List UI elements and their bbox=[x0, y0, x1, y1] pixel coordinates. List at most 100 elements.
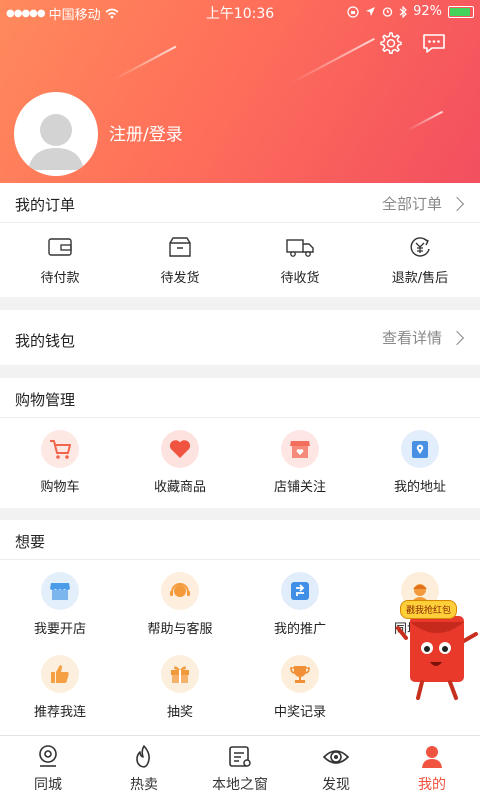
default-avatar-icon bbox=[28, 114, 84, 170]
cell-label: 我的地址 bbox=[393, 480, 446, 495]
wallet-details-link[interactable]: 查看详情 bbox=[381, 327, 465, 348]
share-icon bbox=[291, 582, 309, 600]
gear-icon bbox=[380, 32, 402, 55]
cell-label: 待付款 bbox=[40, 271, 80, 286]
address-item[interactable]: 我的地址 bbox=[360, 430, 480, 495]
user-icon bbox=[422, 746, 442, 768]
app-root: ●●●●● 中国移动 上午10:36 92% 注册/登录 我的订单 全部订单 待… bbox=[0, 0, 480, 800]
flame-icon bbox=[136, 745, 150, 768]
order-pending-receipt[interactable]: 待收货 bbox=[240, 235, 360, 286]
chevron-right-icon bbox=[449, 330, 465, 345]
icon-bubble bbox=[41, 572, 79, 610]
wants-header: 想要 bbox=[0, 520, 480, 560]
promotion-item[interactable]: 我的推广 bbox=[240, 572, 360, 637]
icon-bubble bbox=[281, 655, 319, 693]
tab-discover[interactable]: 发现 bbox=[288, 736, 384, 800]
prize-records-item[interactable]: 中奖记录 bbox=[240, 655, 360, 720]
icon-bubble bbox=[41, 655, 79, 693]
order-pending-shipment[interactable]: 待发货 bbox=[120, 235, 240, 286]
thumbs-up-icon bbox=[51, 665, 69, 683]
tab-tongcheng[interactable]: 同城 bbox=[0, 736, 96, 800]
section-title: 我的订单 bbox=[15, 196, 76, 214]
icon-bubble bbox=[161, 430, 199, 468]
heart-icon bbox=[169, 440, 191, 458]
headset-icon bbox=[170, 583, 190, 597]
lottery-item[interactable]: 抽奖 bbox=[120, 655, 240, 720]
section-title: 我的钱包 bbox=[15, 332, 76, 350]
cart-icon bbox=[50, 440, 71, 459]
lock-rotation-icon bbox=[347, 5, 359, 18]
icon-bubble bbox=[281, 430, 319, 468]
icon-bubble bbox=[161, 655, 199, 693]
refund-yen-icon bbox=[410, 237, 430, 257]
recommend-item[interactable]: 推荐我连 bbox=[0, 655, 120, 720]
red-packet-promo[interactable]: 戳我抢红包 bbox=[396, 598, 480, 702]
cell-label: 帮助与客服 bbox=[147, 622, 213, 637]
tab-label: 本地之窗 bbox=[212, 777, 268, 793]
battery-icon bbox=[448, 5, 474, 18]
section-title: 想要 bbox=[15, 533, 46, 551]
bottom-tab-bar: 同城 热卖 本地之窗 发现 我的 bbox=[0, 735, 480, 800]
store-heart-icon bbox=[290, 441, 310, 458]
local-window-icon bbox=[229, 746, 251, 767]
login-register-link[interactable]: 注册/登录 bbox=[109, 120, 183, 145]
more-label: 查看详情 bbox=[381, 329, 442, 347]
cell-label: 我的推广 bbox=[273, 622, 326, 637]
orders-header[interactable]: 我的订单 全部订单 bbox=[0, 183, 480, 223]
avatar[interactable] bbox=[14, 92, 98, 176]
messages-button[interactable] bbox=[421, 30, 447, 56]
tab-label: 我的 bbox=[418, 777, 446, 793]
wallet-section[interactable]: 我的钱包 查看详情 bbox=[0, 310, 480, 365]
trophy-icon bbox=[290, 666, 310, 683]
order-refund[interactable]: 退款/售后 bbox=[360, 235, 480, 286]
cell-label: 中奖记录 bbox=[273, 705, 326, 720]
tab-label: 发现 bbox=[322, 777, 350, 793]
decor-streak bbox=[113, 45, 177, 81]
orders-section: 我的订单 全部订单 待付款 待发货 待收货 退款/售后 bbox=[0, 183, 480, 297]
help-support-item[interactable]: 帮助与客服 bbox=[120, 572, 240, 637]
location-arrow-icon bbox=[366, 7, 376, 16]
cart-item[interactable]: 购物车 bbox=[0, 430, 120, 495]
wallet-icon bbox=[48, 238, 72, 256]
profile-header: ●●●●● 中国移动 上午10:36 92% 注册/登录 bbox=[0, 0, 480, 183]
decor-streak bbox=[406, 110, 444, 132]
icon-bubble bbox=[281, 572, 319, 610]
shop-icon bbox=[50, 583, 70, 600]
all-orders-link[interactable]: 全部订单 bbox=[381, 193, 465, 214]
cell-label: 购物车 bbox=[40, 480, 80, 495]
shopping-header: 购物管理 bbox=[0, 378, 480, 418]
eye-icon bbox=[322, 750, 350, 764]
location-pin-icon bbox=[39, 745, 57, 767]
cell-label: 待收货 bbox=[280, 271, 320, 286]
tab-hot-sale[interactable]: 热卖 bbox=[96, 736, 192, 800]
tab-label: 热卖 bbox=[130, 777, 158, 793]
open-shop-item[interactable]: 我要开店 bbox=[0, 572, 120, 637]
cell-label: 退款/售后 bbox=[391, 271, 449, 286]
tab-label: 同城 bbox=[34, 777, 62, 793]
location-icon bbox=[412, 441, 428, 458]
settings-button[interactable] bbox=[377, 30, 403, 56]
tab-local-window[interactable]: 本地之窗 bbox=[192, 736, 288, 800]
section-title: 购物管理 bbox=[15, 391, 76, 409]
followed-stores-item[interactable]: 店铺关注 bbox=[240, 430, 360, 495]
red-packet-tag: 戳我抢红包 bbox=[400, 600, 458, 619]
chat-icon bbox=[423, 34, 445, 53]
icon-bubble bbox=[401, 430, 439, 468]
battery-percent: 92% bbox=[413, 4, 442, 19]
favorites-item[interactable]: 收藏商品 bbox=[120, 430, 240, 495]
cell-label: 抽奖 bbox=[166, 705, 193, 720]
truck-icon bbox=[286, 239, 314, 257]
shopping-grid: 购物车 收藏商品 店铺关注 我的地址 bbox=[0, 430, 480, 495]
tab-mine[interactable]: 我的 bbox=[384, 736, 480, 800]
status-bar: ●●●●● 中国移动 上午10:36 92% bbox=[0, 0, 480, 24]
icon-bubble bbox=[41, 430, 79, 468]
more-label: 全部订单 bbox=[381, 195, 442, 213]
order-pending-payment[interactable]: 待付款 bbox=[0, 235, 120, 286]
bluetooth-icon bbox=[399, 5, 407, 18]
order-status-grid: 待付款 待发货 待收货 退款/售后 bbox=[0, 235, 480, 286]
alarm-icon bbox=[382, 7, 393, 17]
cell-label: 待发货 bbox=[160, 271, 200, 286]
cell-label: 我要开店 bbox=[33, 622, 86, 637]
cell-label: 推荐我连 bbox=[33, 705, 86, 720]
box-icon bbox=[169, 237, 191, 257]
